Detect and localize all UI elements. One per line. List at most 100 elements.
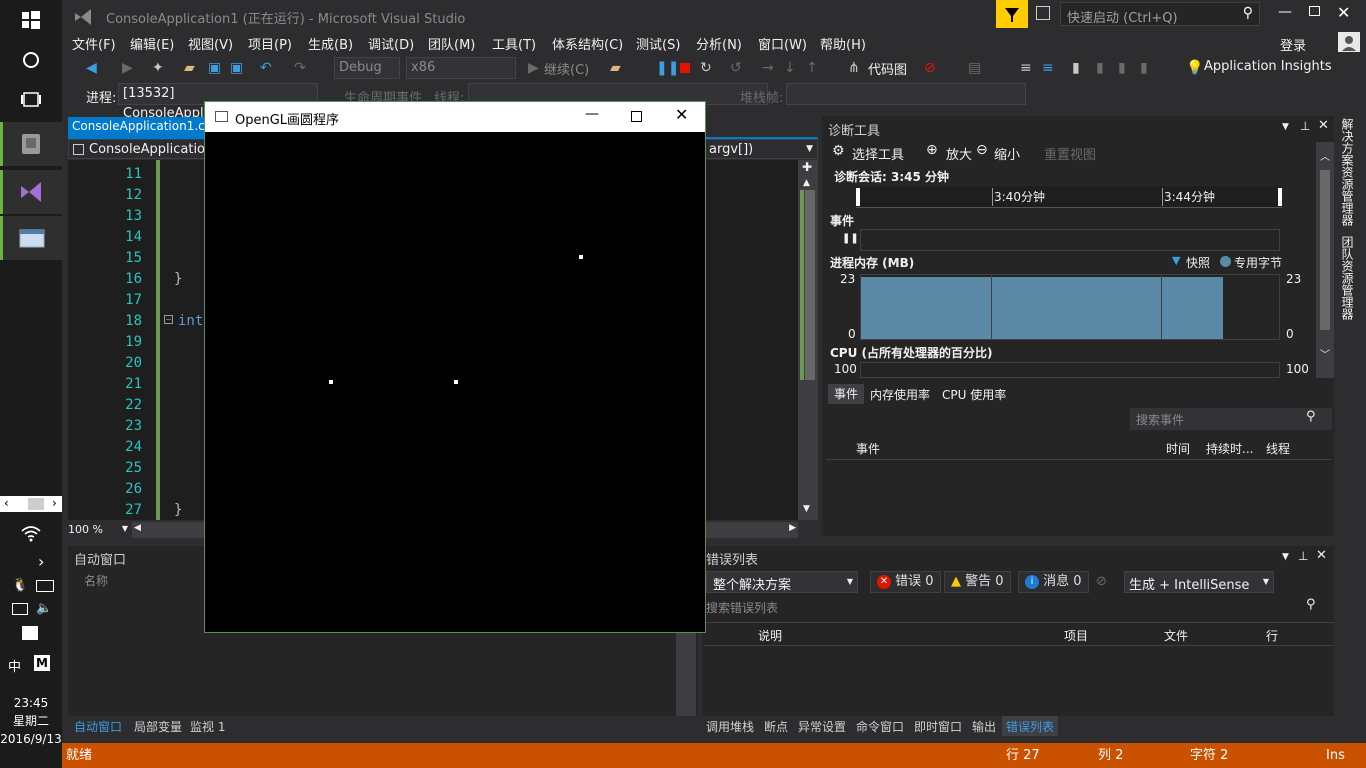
side-tab-team-explorer[interactable]: 团队资源管理器: [1340, 236, 1356, 320]
network-icon[interactable]: [12, 603, 28, 615]
break-all-icon[interactable]: ❚❚: [656, 59, 679, 77]
autos-scrollbar[interactable]: [676, 630, 696, 716]
error-scope-dropdown[interactable]: 整个解决方案 ▼: [706, 571, 858, 593]
memory-chart[interactable]: [860, 274, 1280, 340]
notification-icon[interactable]: [22, 626, 38, 640]
pin-icon[interactable]: ⊥: [1300, 119, 1310, 133]
zoom-out-button[interactable]: 缩小: [994, 144, 1020, 163]
tab-breakpoints[interactable]: 断点: [764, 718, 788, 735]
taskbar-app-1[interactable]: [0, 122, 62, 166]
account-avatar[interactable]: [1338, 32, 1360, 52]
panel-close-icon[interactable]: ✕: [1316, 548, 1327, 563]
reset-view-button[interactable]: 重置视图: [1044, 144, 1096, 163]
app-insights-button[interactable]: Application Insights: [1204, 59, 1332, 74]
platform-dropdown[interactable]: x86: [406, 57, 516, 79]
events-section-label[interactable]: 事件: [830, 212, 854, 229]
redo-icon[interactable]: ↷: [294, 59, 306, 77]
menu-project[interactable]: 项目(P): [248, 34, 292, 53]
events-track[interactable]: [860, 229, 1280, 251]
col-file[interactable]: 文件: [1164, 627, 1188, 644]
cpu-chart[interactable]: [860, 362, 1280, 378]
menu-file[interactable]: 文件(F): [72, 34, 116, 53]
tab-memory-usage[interactable]: 内存使用率: [870, 386, 930, 403]
diagnostics-scrollbar[interactable]: ︿ ﹀: [1316, 142, 1334, 378]
col-description[interactable]: 说明: [758, 627, 782, 644]
close-button[interactable]: ✕: [675, 105, 688, 124]
memory-section-label[interactable]: 进程内存 (MB): [830, 254, 914, 271]
step-out-icon[interactable]: ↑: [806, 59, 818, 77]
panel-close-icon[interactable]: ✕: [1318, 118, 1329, 133]
tab-immediate-window[interactable]: 即时窗口: [914, 718, 962, 735]
lightbulb-icon[interactable]: 💡: [1186, 59, 1203, 77]
menu-debug[interactable]: 调试(D): [368, 34, 414, 53]
pin-icon[interactable]: ⊥: [1298, 549, 1308, 563]
restart-icon[interactable]: ↻: [700, 59, 712, 77]
tab-cpu-usage[interactable]: CPU 使用率: [942, 386, 1006, 403]
menu-view[interactable]: 视图(V): [188, 34, 233, 53]
tab-events[interactable]: 事件: [828, 384, 864, 404]
opengl-window[interactable]: OpenGL画圆程序 — ✕: [204, 101, 706, 633]
battery-icon[interactable]: [36, 580, 54, 592]
qq-icon[interactable]: 🐧: [12, 578, 28, 593]
taskbar-scrollbar[interactable]: ‹ ›: [0, 496, 62, 512]
new-project-icon[interactable]: ✦: [152, 59, 164, 77]
scroll-up-icon[interactable]: ▲: [803, 178, 810, 188]
select-tools-button[interactable]: 选择工具: [852, 144, 904, 163]
tab-autos[interactable]: 自动窗口: [74, 718, 122, 735]
tab-exception-settings[interactable]: 异常设置: [798, 718, 846, 735]
ime-mode[interactable]: M: [34, 655, 50, 671]
menu-team[interactable]: 团队(M): [428, 34, 475, 53]
menu-window[interactable]: 窗口(W): [758, 34, 807, 53]
col-thread[interactable]: 线程: [1266, 440, 1290, 457]
tab-output[interactable]: 输出: [972, 718, 996, 735]
editor-tab[interactable]: ConsoleApplication1.cpp: [68, 117, 220, 137]
minimize-button[interactable]: —: [1278, 4, 1292, 20]
volume-icon[interactable]: 🔈: [36, 601, 52, 616]
codemap-button[interactable]: 代码图: [868, 59, 907, 78]
bookmark-prev-icon[interactable]: ▮: [1096, 59, 1104, 77]
tab-watch1[interactable]: 监视 1: [190, 718, 225, 735]
continue-play-icon[interactable]: ▶: [528, 59, 539, 77]
clock[interactable]: 23:45 星期二 2016/9/13: [0, 694, 62, 748]
search-button[interactable]: [0, 40, 62, 80]
messages-filter-button[interactable]: i 消息 0: [1018, 571, 1089, 593]
wifi-icon[interactable]: [20, 524, 42, 542]
show-next-statement-icon[interactable]: ↺: [730, 59, 742, 77]
scope-dropdown[interactable]: ConsoleApplication: [68, 139, 213, 159]
task-view-button[interactable]: [0, 80, 62, 120]
bookmark-next-icon[interactable]: ▮: [1118, 59, 1126, 77]
format-icon[interactable]: ▤: [968, 59, 981, 77]
ime-language[interactable]: 中: [8, 656, 21, 675]
zoom-in-button[interactable]: 放大: [946, 144, 972, 163]
step-over-icon[interactable]: ↓: [784, 59, 796, 77]
codemap-icon[interactable]: ⋔: [848, 59, 860, 77]
pause-icon[interactable]: ❚❚: [842, 233, 859, 244]
stack-frame-dropdown[interactable]: [786, 83, 1026, 105]
col-duration[interactable]: 持续时...: [1206, 440, 1253, 457]
open-file-icon[interactable]: ▰: [184, 59, 195, 77]
quick-launch-box[interactable]: 快速启动 (Ctrl+Q) ⚲: [1060, 2, 1260, 26]
breakpoint-toggle-icon[interactable]: ⊘: [924, 59, 936, 77]
menu-help[interactable]: 帮助(H): [820, 34, 866, 53]
menu-build[interactable]: 生成(B): [308, 34, 353, 53]
minimize-button[interactable]: —: [585, 106, 599, 122]
tab-error-list[interactable]: 错误列表: [1002, 716, 1059, 736]
show-hidden-icons-chevron-icon[interactable]: ›: [38, 552, 44, 571]
timeline-ruler[interactable]: 3:40分钟 3:44分钟: [856, 186, 1282, 208]
restore-button[interactable]: [1309, 6, 1320, 16]
panel-dropdown-icon[interactable]: ▼: [1282, 122, 1289, 132]
bookmark-clear-icon[interactable]: ▮: [1140, 59, 1148, 77]
warnings-filter-button[interactable]: ▲ 警告 0: [944, 571, 1011, 593]
menu-test[interactable]: 测试(S): [636, 34, 680, 53]
scroll-down-icon[interactable]: ▼: [803, 504, 810, 514]
attach-icon[interactable]: ▰: [610, 59, 621, 77]
scroll-left-icon[interactable]: ◀: [134, 523, 141, 533]
collapse-toggle-icon[interactable]: −: [164, 315, 173, 324]
save-all-icon[interactable]: ▣: [230, 59, 243, 77]
member-dropdown[interactable]: argv[]) ▼: [704, 139, 818, 159]
editor-vertical-scrollbar[interactable]: ✚ ▲ ▼: [798, 160, 818, 520]
tab-locals[interactable]: 局部变量: [134, 718, 182, 735]
zoom-dropdown[interactable]: 100 % ▼: [68, 522, 130, 538]
uncomment-icon[interactable]: ≡: [1042, 59, 1054, 77]
feedback-button[interactable]: [996, 0, 1028, 28]
